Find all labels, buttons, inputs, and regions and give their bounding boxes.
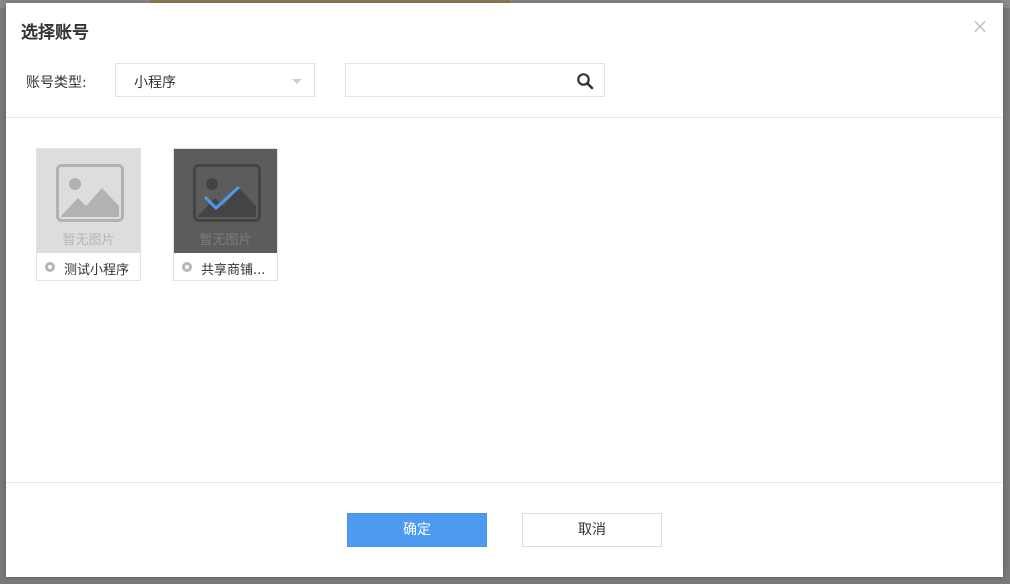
- account-card-selected[interactable]: 暂无图片 共享商铺...: [173, 148, 278, 281]
- cancel-button[interactable]: 取消: [522, 513, 662, 547]
- divider: [6, 117, 1003, 118]
- account-name: 共享商铺...: [201, 263, 266, 278]
- account-name: 测试小程序: [64, 263, 130, 278]
- account-card-footer: 共享商铺...: [174, 253, 277, 280]
- check-icon: [203, 185, 241, 211]
- dialog-title: 选择账号: [21, 23, 89, 43]
- account-thumbnail: 暂无图片: [37, 149, 140, 253]
- mini-program-icon: [182, 262, 192, 272]
- no-image-text: 暂无图片: [62, 233, 115, 248]
- confirm-button[interactable]: 确定: [347, 513, 487, 547]
- account-list: 暂无图片 测试小程序 暂无图片 共享商铺...: [36, 148, 976, 468]
- account-card[interactable]: 暂无图片 测试小程序: [36, 148, 141, 281]
- no-image-text: 暂无图片: [199, 233, 252, 248]
- account-type-value: 小程序: [134, 75, 176, 91]
- image-placeholder-icon: [56, 164, 124, 222]
- dialog-footer: 确定 取消: [6, 483, 1003, 577]
- search-box: [345, 63, 605, 97]
- close-icon[interactable]: ×: [971, 16, 989, 36]
- search-icon[interactable]: [576, 72, 594, 90]
- account-type-label: 账号类型:: [26, 75, 87, 91]
- account-type-select[interactable]: 小程序: [115, 63, 315, 97]
- account-thumbnail: 暂无图片: [174, 149, 277, 253]
- search-input[interactable]: [346, 64, 566, 96]
- chevron-down-icon: [292, 79, 302, 84]
- mini-program-icon: [45, 262, 55, 272]
- select-account-dialog: 选择账号 × 账号类型: 小程序 暂无图片 测试小程序 暂无图片 共享商铺...…: [6, 3, 1003, 577]
- dialog-header: 选择账号 ×: [6, 3, 1003, 55]
- account-card-footer: 测试小程序: [37, 253, 140, 280]
- filter-bar: 账号类型: 小程序: [6, 63, 1003, 98]
